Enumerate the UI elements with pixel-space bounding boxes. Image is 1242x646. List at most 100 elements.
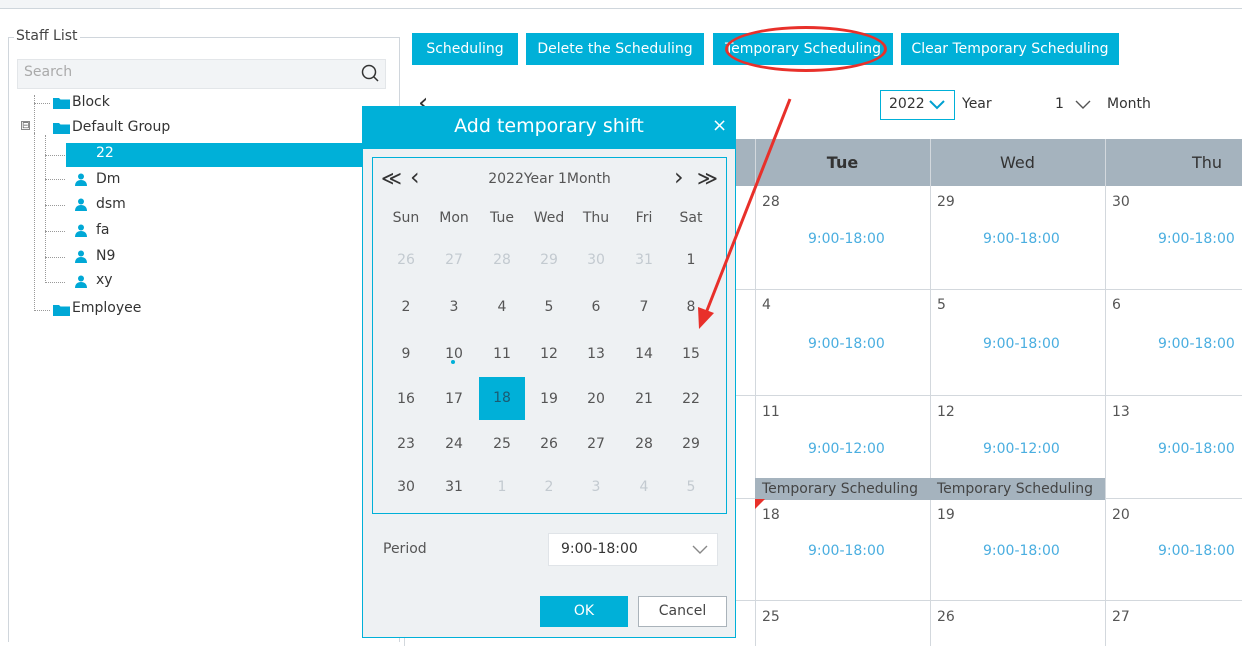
annotation-oval xyxy=(725,26,887,72)
tree-line xyxy=(34,310,50,311)
search-input[interactable] xyxy=(17,59,386,89)
chevron-down-icon xyxy=(929,100,945,110)
date-cell[interactable]: 29 xyxy=(668,436,714,452)
date-cell[interactable]: 24 xyxy=(431,436,477,452)
search-icon[interactable] xyxy=(361,64,379,82)
weekday-label: Mon xyxy=(439,210,469,226)
folder-icon xyxy=(53,98,70,109)
date-cell[interactable]: 4 xyxy=(621,479,667,495)
shift-time[interactable]: 9:00-18:00 xyxy=(1158,336,1235,352)
shift-time[interactable]: 9:00-18:00 xyxy=(808,543,885,559)
date-cell[interactable]: 2 xyxy=(383,299,429,315)
date-cell[interactable]: 29 xyxy=(526,252,572,268)
collapse-icon[interactable]: ⊟ xyxy=(21,121,30,131)
date-cell[interactable]: 6 xyxy=(573,299,619,315)
shift-time[interactable]: 9:00-18:00 xyxy=(983,231,1060,247)
tree-item-block[interactable]: Block xyxy=(72,94,110,110)
tree-item-member[interactable]: dsm xyxy=(96,196,126,212)
temporary-scheduling-label[interactable]: Temporary Scheduling xyxy=(930,478,1105,500)
tree-item-selected[interactable] xyxy=(66,143,398,167)
shift-time[interactable]: 9:00-18:00 xyxy=(1158,231,1235,247)
scheduling-button[interactable]: Scheduling xyxy=(412,33,518,65)
date-cell[interactable]: 23 xyxy=(383,436,429,452)
date-cell[interactable]: 30 xyxy=(383,479,429,495)
day-number: 29 xyxy=(937,194,955,210)
tree-item-employee[interactable]: Employee xyxy=(72,300,141,316)
day-number: 27 xyxy=(1112,609,1130,625)
tree-line xyxy=(45,135,46,283)
date-cell[interactable]: 9 xyxy=(383,346,429,362)
clear-temporary-scheduling-button[interactable]: Clear Temporary Scheduling xyxy=(901,33,1119,65)
date-cell[interactable]: 5 xyxy=(526,299,572,315)
day-number: 6 xyxy=(1112,297,1121,313)
tree-item-member[interactable]: fa xyxy=(96,222,110,238)
tree-item-member[interactable]: xy xyxy=(96,272,113,288)
tree-line xyxy=(45,205,65,206)
column-divider xyxy=(930,139,931,646)
date-cell[interactable]: 3 xyxy=(431,299,477,315)
tree-line xyxy=(45,179,65,180)
date-cell[interactable]: 28 xyxy=(621,436,667,452)
date-cell[interactable]: 26 xyxy=(526,436,572,452)
date-cell[interactable]: 14 xyxy=(621,346,667,362)
tree-item-member[interactable]: Dm xyxy=(96,171,120,187)
date-cell[interactable]: 27 xyxy=(573,436,619,452)
date-cell[interactable]: 19 xyxy=(526,391,572,407)
top-strip xyxy=(0,0,160,8)
weekday-label: Thu xyxy=(582,210,610,226)
weekday-header: Thu xyxy=(1191,153,1222,172)
day-number: 20 xyxy=(1112,507,1130,523)
shift-time[interactable]: 9:00-12:00 xyxy=(983,441,1060,457)
year-label: Year xyxy=(962,96,992,112)
date-cell[interactable]: 4 xyxy=(479,299,525,315)
date-cell[interactable]: 31 xyxy=(621,252,667,268)
shift-time[interactable]: 9:00-12:00 xyxy=(808,441,885,457)
tree-item-member[interactable]: N9 xyxy=(96,248,115,264)
date-cell[interactable]: 13 xyxy=(573,346,619,362)
date-cell[interactable]: 12 xyxy=(526,346,572,362)
shift-time[interactable]: 9:00-18:00 xyxy=(983,543,1060,559)
date-cell[interactable]: 17 xyxy=(431,391,477,407)
date-cell[interactable]: 25 xyxy=(479,436,525,452)
date-cell[interactable]: 16 xyxy=(383,391,429,407)
date-cell[interactable]: 26 xyxy=(383,252,429,268)
shift-time[interactable]: 9:00-18:00 xyxy=(983,336,1060,352)
today-dot xyxy=(451,360,455,364)
date-cell[interactable]: 18 xyxy=(479,377,525,420)
date-cell[interactable]: 27 xyxy=(431,252,477,268)
month-value: 1 xyxy=(1055,96,1064,112)
user-icon xyxy=(75,173,87,186)
cancel-button[interactable]: Cancel xyxy=(638,596,727,627)
delete-scheduling-button[interactable]: Delete the Scheduling xyxy=(526,33,704,65)
date-cell[interactable]: 22 xyxy=(668,391,714,407)
date-cell[interactable]: 2 xyxy=(526,479,572,495)
date-cell[interactable]: 1 xyxy=(479,479,525,495)
tree-line xyxy=(34,95,35,135)
shift-time[interactable]: 9:00-18:00 xyxy=(1158,441,1235,457)
weekday-label: Sun xyxy=(392,210,420,226)
date-cell[interactable]: 31 xyxy=(431,479,477,495)
shift-time[interactable]: 9:00-18:00 xyxy=(808,231,885,247)
day-number: 13 xyxy=(1112,404,1130,420)
date-cell[interactable]: 11 xyxy=(479,346,525,362)
date-cell[interactable]: 5 xyxy=(668,479,714,495)
temporary-scheduling-label[interactable]: Temporary Scheduling xyxy=(755,478,930,500)
next-month-icon[interactable]: › xyxy=(674,163,684,191)
date-cell[interactable]: 30 xyxy=(573,252,619,268)
top-divider xyxy=(0,8,1242,9)
tree-item-default-group[interactable]: Default Group xyxy=(72,119,170,135)
tree-line xyxy=(45,155,65,156)
weekday-label: Fri xyxy=(635,210,653,226)
date-cell[interactable]: 7 xyxy=(621,299,667,315)
ok-button[interactable]: OK xyxy=(540,596,628,627)
date-cell[interactable]: 3 xyxy=(573,479,619,495)
shift-time[interactable]: 9:00-18:00 xyxy=(808,336,885,352)
date-cell[interactable]: 21 xyxy=(621,391,667,407)
dialog-title: Add temporary shift xyxy=(454,115,644,137)
day-number: 30 xyxy=(1112,194,1130,210)
shift-time[interactable]: 9:00-18:00 xyxy=(1158,543,1235,559)
date-cell[interactable]: 28 xyxy=(479,252,525,268)
date-cell[interactable]: 15 xyxy=(668,346,714,362)
user-icon xyxy=(75,250,87,263)
date-cell[interactable]: 20 xyxy=(573,391,619,407)
